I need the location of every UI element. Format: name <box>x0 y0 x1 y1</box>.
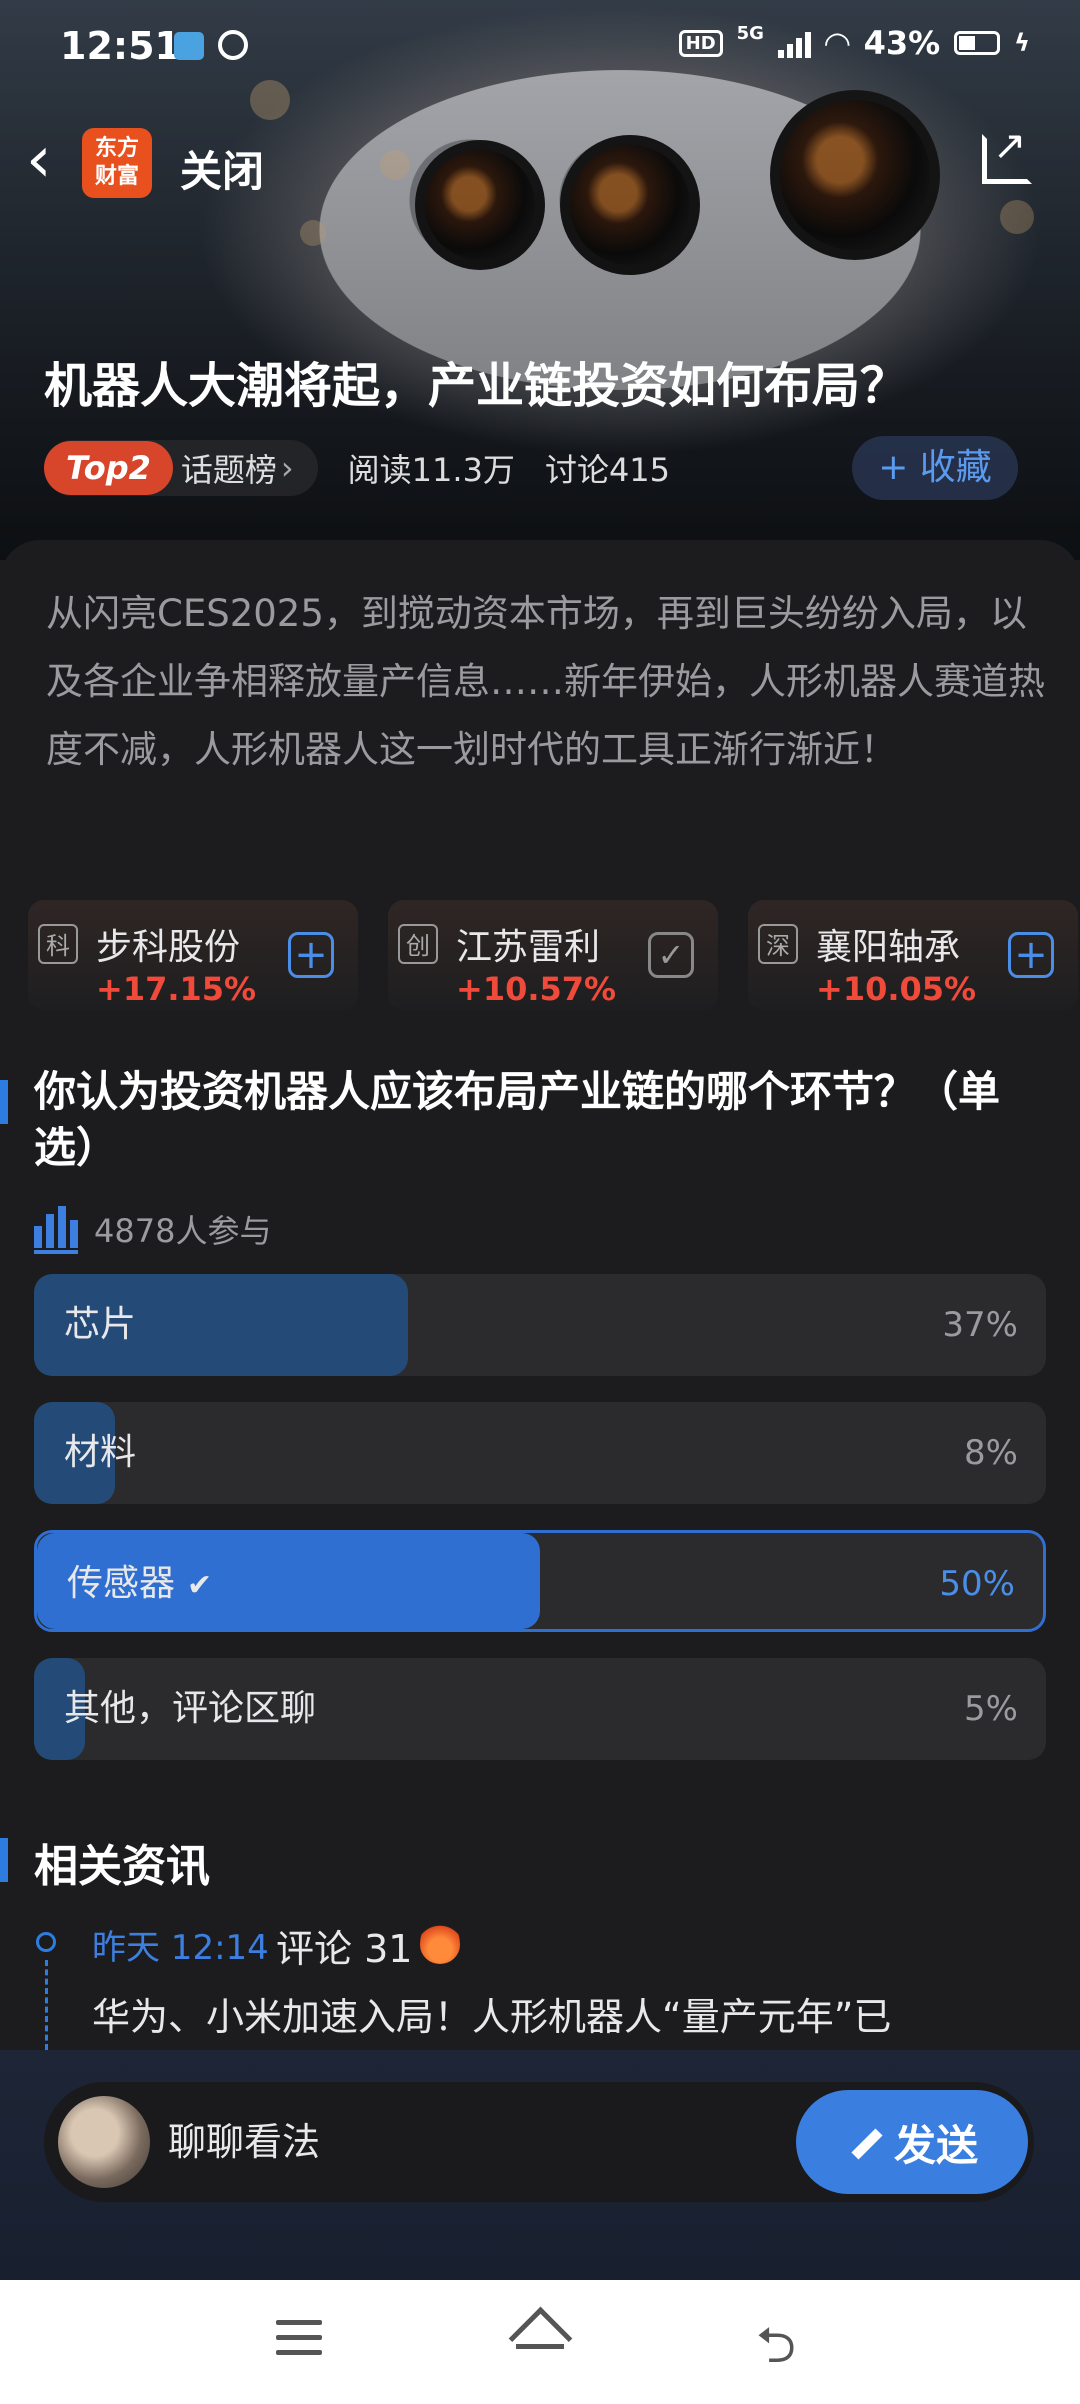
board-badge: 深 <box>758 924 798 964</box>
send-button[interactable]: 发送 <box>796 2090 1028 2194</box>
chevron-right-icon: › <box>280 449 294 487</box>
avatar <box>58 2096 150 2188</box>
poll-option-label: 材料 <box>64 1432 137 1473</box>
board-badge: 科 <box>38 924 78 964</box>
check-icon[interactable]: ✓ <box>648 932 694 978</box>
rank-badge: Top2 <box>44 441 173 495</box>
return-icon[interactable]: ⮌ <box>756 2320 796 2370</box>
rank-label: 话题榜 <box>180 451 277 489</box>
stock-card[interactable]: 深 襄阳轴承 +10.05% + <box>748 900 1078 1010</box>
battery-percent: 43% <box>863 24 941 62</box>
comment-input[interactable]: 聊聊看法 发送 <box>44 2082 1034 2202</box>
topic-intro: 从闪亮CES2025，到搅动资本市场，再到巨头纷纷入局，以及各企业争相释放量产信… <box>46 592 1045 771</box>
network-type: 5G <box>736 22 764 44</box>
stock-card[interactable]: 创 江苏雷利 +10.57% ✓ <box>388 900 718 1010</box>
top-nav: ‹ 东方 财富 关闭 <box>0 116 1080 216</box>
stock-change: +10.57% <box>456 970 617 1008</box>
system-nav-bar: ⮌ <box>0 2280 1080 2404</box>
add-icon[interactable]: + <box>288 932 334 978</box>
discussion-count: 讨论415 <box>544 451 671 489</box>
favorite-button[interactable]: + 收藏 <box>852 436 1018 500</box>
pen-icon <box>846 2125 880 2159</box>
rank-pill[interactable]: Top2 话题榜 › <box>44 440 318 496</box>
poll-option[interactable]: 材料 8% <box>34 1402 1046 1504</box>
stock-change: +10.05% <box>816 970 977 1008</box>
news-comment-count: 评论 31 <box>276 1927 413 1971</box>
poll-option-percent: 8% <box>964 1433 1018 1473</box>
signal-icon <box>777 28 811 58</box>
read-count: 阅读11.3万 <box>347 451 515 489</box>
poll-option-percent: 5% <box>964 1689 1018 1729</box>
share-icon[interactable] <box>982 123 1032 184</box>
poll-option[interactable]: 其他，评论区聊 5% <box>34 1658 1046 1760</box>
wifi-icon: ◠ <box>824 24 850 62</box>
news-time: 昨天 12:14 <box>92 1928 269 1968</box>
stock-change: +17.15% <box>96 970 257 1008</box>
section-marker <box>0 1838 8 1882</box>
stock-card[interactable]: 科 步科股份 +17.15% + <box>28 900 358 1010</box>
notification-icon <box>174 32 204 60</box>
battery-icon <box>954 31 1001 55</box>
stock-list: 科 步科股份 +17.15% + 创 江苏雷利 +10.57% ✓ 深 襄阳轴承… <box>28 900 1080 1010</box>
poll-option-label: 芯片 <box>64 1304 137 1345</box>
close-button[interactable]: 关闭 <box>180 138 264 199</box>
status-bar: 12:51 HD 5G ◠ 43% ϟ <box>0 0 1080 96</box>
app-logo: 东方 财富 <box>82 128 152 198</box>
hd-icon: HD <box>678 29 723 57</box>
poll-bars-icon <box>34 1204 78 1254</box>
participant-count: 4878人参与 <box>94 1212 272 1250</box>
charging-icon: ϟ <box>1014 29 1030 57</box>
stock-name: 江苏雷利 <box>456 927 601 968</box>
news-heading: 相关资讯 <box>34 1841 210 1892</box>
status-time: 12:51 <box>60 24 181 68</box>
board-badge: 创 <box>398 924 438 964</box>
section-marker <box>0 1080 8 1124</box>
poll-participants: 4878人参与 <box>34 1204 271 1254</box>
home-icon[interactable] <box>510 2312 570 2364</box>
poll-option-label: 传感器 ✔ <box>67 1533 213 1629</box>
poll-option-label: 其他，评论区聊 <box>64 1688 317 1729</box>
poll-option-text: 传感器 <box>67 1563 176 1604</box>
poll-question: 你认为投资机器人应该布局产业链的哪个环节？（单选） <box>34 1067 1001 1172</box>
poll-option[interactable]: 芯片 37% <box>34 1274 1046 1376</box>
add-icon[interactable]: + <box>1008 932 1054 978</box>
page-title: 机器人大潮将起，产业链投资如何布局？ <box>44 358 909 414</box>
check-icon: ✔ <box>187 1568 213 1603</box>
menu-icon[interactable] <box>276 2320 322 2365</box>
timeline-line <box>45 1960 48 2050</box>
stock-name: 步科股份 <box>96 927 241 968</box>
send-label: 发送 <box>893 2120 978 2170</box>
stock-name: 襄阳轴承 <box>816 927 961 968</box>
poll-option-percent: 50% <box>939 1564 1015 1604</box>
topic-meta: Top2 话题榜 › 阅读11.3万 讨论415 <box>44 440 670 496</box>
timeline-dot <box>36 1932 56 1952</box>
news-title[interactable]: 华为、小米加速入局！人形机器人“量产元年”已 <box>92 1986 891 2041</box>
poll-option-selected[interactable]: 传感器 ✔ 50% <box>34 1530 1046 1632</box>
back-icon[interactable]: ‹ <box>26 128 52 192</box>
notification-icon <box>218 30 248 60</box>
comment-placeholder: 聊聊看法 <box>168 2120 321 2164</box>
poll-option-percent: 37% <box>942 1305 1018 1345</box>
